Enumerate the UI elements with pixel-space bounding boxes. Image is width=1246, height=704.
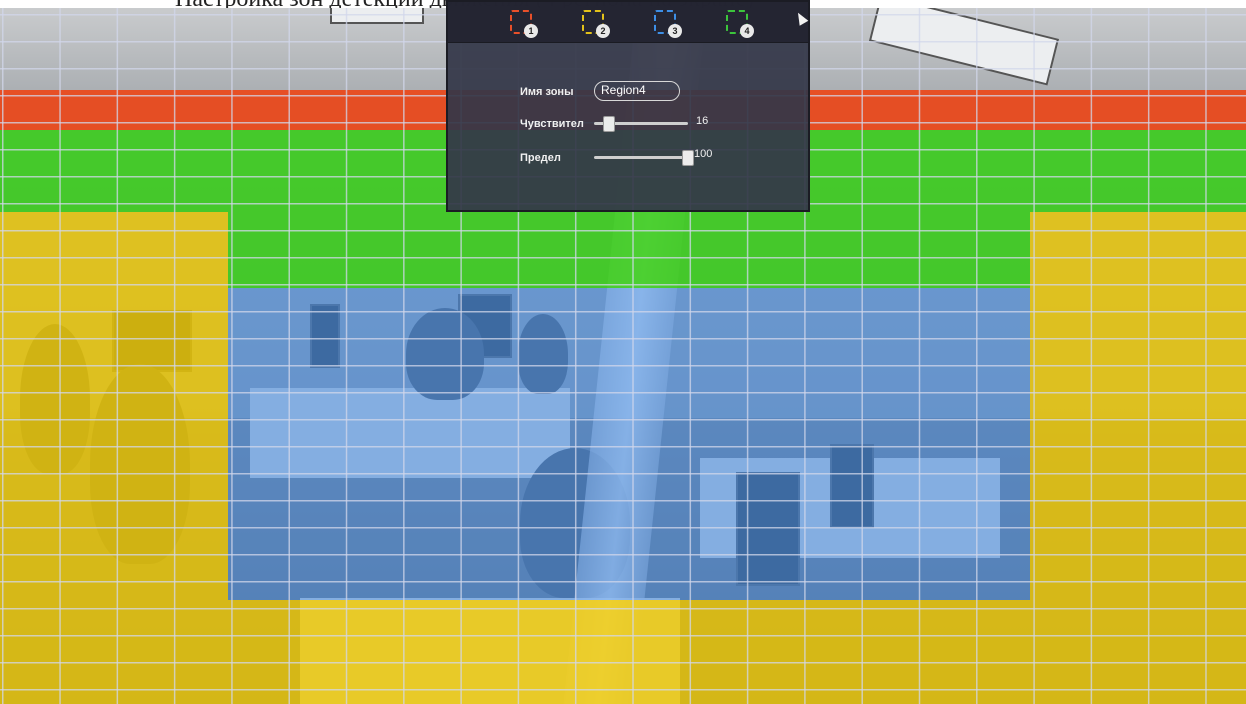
sensitivity-slider-thumb[interactable] <box>603 116 616 132</box>
region-3-number: 3 <box>668 24 682 38</box>
zone-name-label: Имя зоны <box>520 86 574 98</box>
zone-settings-panel: 1 2 3 4 Имя зоны Region4 Чувствител 16 П… <box>446 0 810 212</box>
region-tabs: 1 2 3 4 <box>448 2 808 43</box>
sensitivity-slider[interactable] <box>594 116 688 132</box>
region-1-number: 1 <box>524 24 538 38</box>
region-2-number: 2 <box>596 24 610 38</box>
region-tab-3[interactable]: 3 <box>654 10 682 38</box>
threshold-label: Предел <box>520 152 561 164</box>
threshold-slider-track <box>594 156 688 159</box>
region-tab-4[interactable]: 4 <box>726 10 754 38</box>
threshold-slider-thumb[interactable] <box>682 150 694 166</box>
threshold-value: 100 <box>694 148 713 160</box>
threshold-slider[interactable] <box>594 150 694 166</box>
sensitivity-value: 16 <box>696 115 709 127</box>
region-tab-2[interactable]: 2 <box>582 10 610 38</box>
region-4-number: 4 <box>740 24 754 38</box>
zone-name-field[interactable]: Region4 <box>594 81 680 101</box>
sensitivity-label: Чувствител <box>520 118 584 130</box>
region-tab-1[interactable]: 1 <box>510 10 538 38</box>
